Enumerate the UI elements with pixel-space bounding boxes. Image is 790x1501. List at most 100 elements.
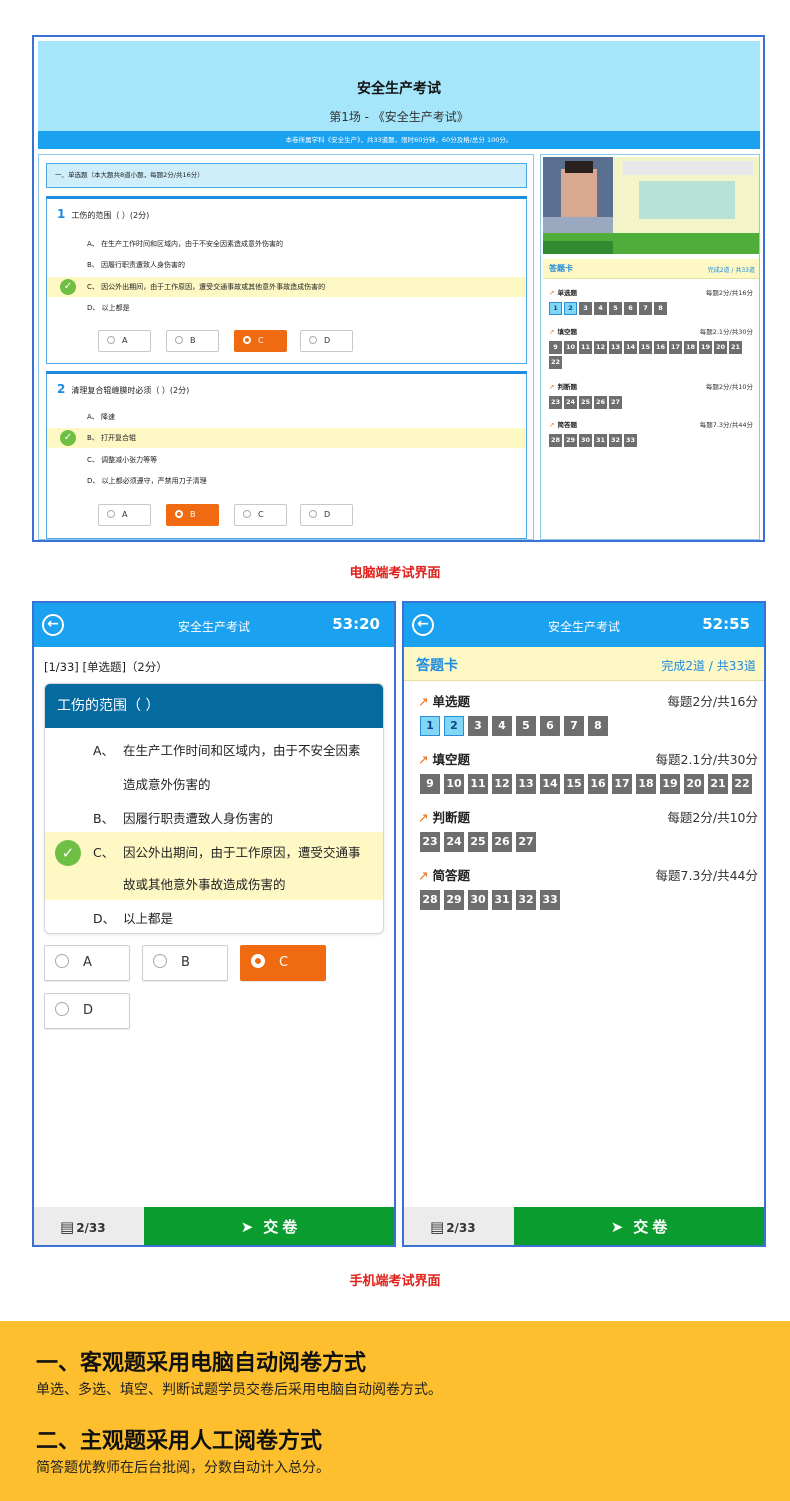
question-number-cell[interactable]: 33 bbox=[540, 890, 560, 910]
question-number-cell[interactable]: 31 bbox=[594, 434, 607, 447]
pc-answer-d-button[interactable]: D bbox=[300, 330, 353, 352]
question-number-cell[interactable]: 19 bbox=[660, 774, 680, 794]
question-number-cell[interactable]: 29 bbox=[444, 890, 464, 910]
progress-count: 2/33 bbox=[76, 1221, 106, 1235]
question-number-cell[interactable]: 25 bbox=[579, 396, 592, 409]
question-number-cell[interactable]: 4 bbox=[594, 302, 607, 315]
question-number: 1 bbox=[57, 207, 66, 221]
group-title-single: ↗ 单选题 bbox=[418, 691, 470, 710]
pc-answer-d-button[interactable]: D bbox=[300, 504, 353, 526]
question-number-cell[interactable]: 9 bbox=[549, 341, 562, 354]
pc-answer-c-button[interactable]: C bbox=[234, 330, 287, 352]
question-number-cell[interactable]: 31 bbox=[492, 890, 512, 910]
question-number-cell[interactable]: 14 bbox=[624, 341, 637, 354]
question-number-cell[interactable]: 29 bbox=[564, 434, 577, 447]
question-number-cell[interactable]: 10 bbox=[444, 774, 464, 794]
mobile-answer-d-button[interactable]: D bbox=[44, 993, 130, 1029]
question-number-cell[interactable]: 2 bbox=[444, 716, 464, 736]
question-number-cell[interactable]: 27 bbox=[516, 832, 536, 852]
sheet-icon: ▤ bbox=[60, 1218, 75, 1236]
mobile-answer-b-button[interactable]: B bbox=[142, 945, 228, 981]
question-number-cell[interactable]: 28 bbox=[420, 890, 440, 910]
question-number-cell[interactable]: 12 bbox=[492, 774, 512, 794]
question-number-cell[interactable]: 16 bbox=[588, 774, 608, 794]
question-number-cell[interactable]: 17 bbox=[669, 341, 682, 354]
question-number-cell[interactable]: 22 bbox=[549, 356, 562, 369]
pc-answer-a-button[interactable]: A bbox=[98, 504, 151, 526]
question-number-cell[interactable]: 1 bbox=[549, 302, 562, 315]
answer-card-toggle[interactable]: ▤ 2/33 bbox=[404, 1207, 514, 1245]
question-number-cell[interactable]: 6 bbox=[624, 302, 637, 315]
mobile-answer-c-button[interactable]: C bbox=[240, 945, 326, 981]
question-number-cell[interactable]: 24 bbox=[564, 396, 577, 409]
submit-button[interactable]: ➤ 交卷 bbox=[144, 1207, 394, 1245]
radio-icon bbox=[55, 954, 69, 968]
question-number-cell[interactable]: 20 bbox=[684, 774, 704, 794]
question-number-cell[interactable]: 12 bbox=[594, 341, 607, 354]
question-number-cell[interactable]: 15 bbox=[639, 341, 652, 354]
question-number-cell[interactable]: 8 bbox=[654, 302, 667, 315]
question-number-cell[interactable]: 3 bbox=[468, 716, 488, 736]
question-number-cell[interactable]: 16 bbox=[654, 341, 667, 354]
question-number-cell[interactable]: 28 bbox=[549, 434, 562, 447]
pc-option-b-selected: ✓ B、 打开复合辊 bbox=[47, 428, 526, 448]
pc-question-panel[interactable]: 一、单选题（本大题共8道小题，每题2分/共16分） 1 工伤的范围（ ）(2分) … bbox=[38, 154, 534, 540]
mobile-topbar: ← 安全生产考试 52:55 bbox=[404, 603, 764, 647]
question-number-cell[interactable]: 25 bbox=[468, 832, 488, 852]
question-number-cell[interactable]: 30 bbox=[579, 434, 592, 447]
question-number: 2 bbox=[57, 382, 66, 396]
submit-button[interactable]: ➤ 交卷 bbox=[514, 1207, 764, 1245]
question-number-cell[interactable]: 7 bbox=[564, 716, 584, 736]
option-label: A、 bbox=[93, 743, 115, 758]
question-number-cell[interactable]: 21 bbox=[708, 774, 728, 794]
question-number-cell[interactable]: 2 bbox=[564, 302, 577, 315]
question-number-cell[interactable]: 18 bbox=[636, 774, 656, 794]
pc-answer-b-button[interactable]: B bbox=[166, 330, 219, 352]
question-number-cell[interactable]: 26 bbox=[594, 396, 607, 409]
pc-answer-b-button[interactable]: B bbox=[166, 504, 219, 526]
question-number-cell[interactable]: 33 bbox=[624, 434, 637, 447]
question-number-cell[interactable]: 13 bbox=[609, 341, 622, 354]
question-number-cell[interactable]: 1 bbox=[420, 716, 440, 736]
question-number-cell[interactable]: 22 bbox=[732, 774, 752, 794]
mobile-topbar: ← 安全生产考试 53:20 bbox=[34, 603, 394, 647]
question-number-cell[interactable]: 4 bbox=[492, 716, 512, 736]
question-number-cell[interactable]: 20 bbox=[714, 341, 727, 354]
question-number-cell[interactable]: 18 bbox=[684, 341, 697, 354]
radio-icon bbox=[243, 509, 251, 518]
question-number-cell[interactable]: 11 bbox=[579, 341, 592, 354]
question-number-cell[interactable]: 21 bbox=[729, 341, 742, 354]
question-number-cell[interactable]: 32 bbox=[609, 434, 622, 447]
question-number-cell[interactable]: 19 bbox=[699, 341, 712, 354]
question-grid: 28 29 30 31 32 33 bbox=[549, 434, 754, 447]
question-number-cell[interactable]: 15 bbox=[564, 774, 584, 794]
question-number-cell[interactable]: 14 bbox=[540, 774, 560, 794]
question-number-cell[interactable]: 26 bbox=[492, 832, 512, 852]
question-number-cell[interactable]: 6 bbox=[540, 716, 560, 736]
question-number-cell[interactable]: 9 bbox=[420, 774, 440, 794]
group-title-judge: ↗ 判断题 bbox=[549, 381, 577, 391]
question-number-cell[interactable]: 3 bbox=[579, 302, 592, 315]
question-number-cell[interactable]: 8 bbox=[588, 716, 608, 736]
question-number-cell[interactable]: 27 bbox=[609, 396, 622, 409]
group-name: 判断题 bbox=[557, 383, 577, 391]
mobile-question-screen: ← 安全生产考试 53:20 [1/33] [单选题]（2分） 工伤的范围（ ）… bbox=[32, 601, 396, 1247]
pc-option-a: A、 在生产工作时间和区域内，由于不安全因素造成意外伤害的 bbox=[87, 240, 284, 248]
answer-card-toggle[interactable]: ▤ 2/33 bbox=[34, 1207, 144, 1245]
question-number-cell[interactable]: 17 bbox=[612, 774, 632, 794]
question-number-cell[interactable]: 11 bbox=[468, 774, 488, 794]
question-number-cell[interactable]: 10 bbox=[564, 341, 577, 354]
pc-answer-c-button[interactable]: C bbox=[234, 504, 287, 526]
question-number-cell[interactable]: 23 bbox=[420, 832, 440, 852]
pc-option-d: D、 以上都必须遵守，严禁用刀子清理 bbox=[87, 477, 207, 485]
question-number-cell[interactable]: 7 bbox=[639, 302, 652, 315]
question-number-cell[interactable]: 5 bbox=[516, 716, 536, 736]
mobile-answer-a-button[interactable]: A bbox=[44, 945, 130, 981]
question-number-cell[interactable]: 23 bbox=[549, 396, 562, 409]
question-number-cell[interactable]: 5 bbox=[609, 302, 622, 315]
question-number-cell[interactable]: 13 bbox=[516, 774, 536, 794]
question-number-cell[interactable]: 30 bbox=[468, 890, 488, 910]
question-number-cell[interactable]: 24 bbox=[444, 832, 464, 852]
question-number-cell[interactable]: 32 bbox=[516, 890, 536, 910]
pc-answer-a-button[interactable]: A bbox=[98, 330, 151, 352]
